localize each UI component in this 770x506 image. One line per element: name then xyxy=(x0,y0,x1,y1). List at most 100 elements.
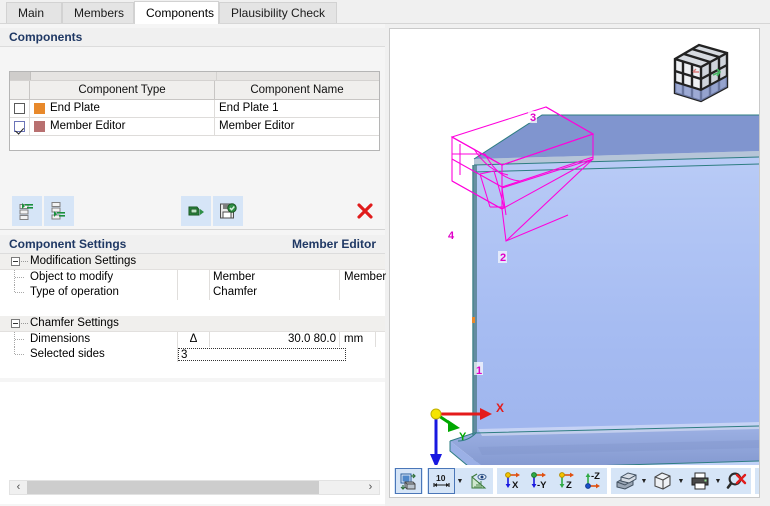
view-in-minus-z-icon: -Z xyxy=(584,471,600,489)
wireframe-cube-icon xyxy=(654,472,671,490)
scale-dropdown-caret[interactable]: ▼ xyxy=(455,468,465,494)
view-in-minus-y-button[interactable]: -Y xyxy=(525,468,552,494)
zoom-cancel-icon xyxy=(726,472,746,489)
viewport-toolbar-group-views: X -Y Z -Z xyxy=(497,468,607,494)
scrollbar-track[interactable] xyxy=(319,481,362,494)
table-empty-area xyxy=(10,136,379,150)
settings-row-value[interactable]: 30.0 80.0 xyxy=(210,332,340,347)
print-caret[interactable]: ▼ xyxy=(713,468,723,494)
view-in-z-button[interactable]: Z xyxy=(552,468,579,494)
components-toolbar xyxy=(9,196,380,226)
row-component-type-cell[interactable]: Member Editor xyxy=(30,118,215,135)
row-component-type-cell[interactable]: End Plate xyxy=(30,100,215,117)
display-properties-button[interactable] xyxy=(612,468,639,494)
tree-connector xyxy=(0,285,30,300)
groupbar-cell-select xyxy=(10,72,31,80)
row-checkbox-checked[interactable] xyxy=(14,121,25,132)
panel-divider xyxy=(0,229,385,230)
render-mode-icon xyxy=(400,473,416,490)
scroll-left-arrow-icon[interactable]: ‹ xyxy=(10,481,27,494)
components-table-groupbar xyxy=(10,72,379,81)
view-in-minus-y-icon: -Y xyxy=(530,472,547,491)
scale-value-button[interactable]: 10 xyxy=(428,468,455,494)
collapse-toggle-icon[interactable] xyxy=(11,257,20,266)
groupbar-cell-type xyxy=(31,72,217,80)
settings-row-value[interactable]: Chamfer xyxy=(210,285,340,300)
svg-text:Z: Z xyxy=(566,480,572,491)
settings-group-chamfer-settings[interactable]: Chamfer Settings xyxy=(0,316,385,332)
tab-members[interactable]: Members xyxy=(62,2,134,24)
component-color-swatch-icon xyxy=(34,121,45,132)
column-header-component-type[interactable]: Component Type xyxy=(30,81,215,99)
view-in-minus-z-button[interactable]: -Z xyxy=(579,468,606,494)
left-panel-horizontal-scrollbar[interactable]: ‹ › xyxy=(9,480,380,495)
tree-connector xyxy=(21,261,29,262)
tab-main[interactable]: Main xyxy=(6,2,62,24)
row-select-cell[interactable] xyxy=(10,100,30,117)
view-cube-caret[interactable]: ▼ xyxy=(676,468,686,494)
svg-text:X: X xyxy=(512,480,519,491)
components-table[interactable]: Component Type Component Name End Plate … xyxy=(9,71,380,151)
model-label: 4 xyxy=(448,230,455,242)
settings-row-object-to-modify[interactable]: Object to modify Member Member 2 xyxy=(0,270,410,285)
settings-row-dimensions[interactable]: Dimensions Δ 30.0 80.0 mm xyxy=(0,332,385,347)
scroll-right-arrow-icon[interactable]: › xyxy=(362,481,379,494)
display-properties-caret[interactable]: ▼ xyxy=(639,468,649,494)
printer-icon xyxy=(691,472,708,490)
row-component-name-cell[interactable]: Member Editor xyxy=(215,118,379,135)
render-mode-button[interactable] xyxy=(395,468,422,494)
component-settings-title: Component Settings xyxy=(9,237,127,251)
insert-component-below-button[interactable] xyxy=(44,196,74,226)
settings-row-symbol: Δ xyxy=(178,332,210,347)
tree-connector xyxy=(21,323,29,324)
settings-row-type-of-operation[interactable]: Type of operation Chamfer xyxy=(0,285,410,300)
measure-button[interactable] xyxy=(465,468,492,494)
axis-label-y: Y xyxy=(459,431,467,443)
settings-row-label: Object to modify xyxy=(30,270,178,285)
insert-component-above-button[interactable] xyxy=(12,196,42,226)
toggle-panel-button[interactable] xyxy=(756,468,759,494)
settings-group-label: Chamfer Settings xyxy=(30,317,119,329)
settings-tree-spacer xyxy=(0,362,385,378)
row-component-type-label: End Plate xyxy=(50,102,100,114)
model-viewport[interactable]: 3 4 2 1 X Y 10 ▼ X -Y Z -Z ▼ ▼ ▼ xyxy=(389,28,760,498)
component-settings-tree: Modification Settings Object to modify M… xyxy=(0,254,410,378)
view-in-x-icon: X xyxy=(504,472,520,491)
zoom-reset-button[interactable] xyxy=(723,468,750,494)
tab-strip: Main Members Components Plausibility Che… xyxy=(0,0,770,24)
settings-row-label: Selected sides xyxy=(30,347,178,362)
column-header-select[interactable] xyxy=(10,81,30,99)
export-component-button[interactable] xyxy=(213,196,243,226)
tab-plausibility-check[interactable]: Plausibility Check xyxy=(219,2,337,24)
settings-row-label: Type of operation xyxy=(30,285,178,300)
tree-connector xyxy=(0,332,30,347)
component-color-swatch-icon xyxy=(34,103,45,114)
settings-group-modification-settings[interactable]: Modification Settings xyxy=(0,254,385,270)
view-cube-button[interactable] xyxy=(649,468,676,494)
table-row[interactable]: Member Editor Member Editor xyxy=(10,118,379,136)
measure-ruler-icon xyxy=(471,472,486,488)
row-checkbox-unchecked[interactable] xyxy=(14,103,25,114)
settings-row-selected-sides[interactable]: Selected sides 3 xyxy=(0,347,385,362)
insert-above-icon xyxy=(19,203,33,220)
view-in-x-button[interactable]: X xyxy=(498,468,525,494)
selected-sides-input[interactable]: 3 xyxy=(178,348,346,361)
delete-component-button[interactable] xyxy=(350,196,380,226)
row-select-cell[interactable] xyxy=(10,118,30,135)
viewport-toolbar-group-render xyxy=(394,468,423,494)
view-navigation-cube[interactable] xyxy=(673,43,729,103)
column-header-component-name[interactable]: Component Name xyxy=(215,81,379,99)
scrollbar-thumb[interactable] xyxy=(27,481,319,494)
collapse-toggle-icon[interactable] xyxy=(11,319,20,328)
import-component-button[interactable] xyxy=(181,196,211,226)
print-button[interactable] xyxy=(686,468,713,494)
components-section-header: Components xyxy=(0,28,385,47)
tab-components[interactable]: Components xyxy=(134,1,219,24)
table-row[interactable]: End Plate End Plate 1 xyxy=(10,100,379,118)
model-label: 3 xyxy=(530,112,536,124)
settings-row-value[interactable]: Member xyxy=(210,270,340,285)
row-component-name-cell[interactable]: End Plate 1 xyxy=(215,100,379,117)
delete-x-icon xyxy=(357,203,373,219)
component-settings-subject: Member Editor xyxy=(291,237,376,251)
components-section-title: Components xyxy=(9,30,83,44)
